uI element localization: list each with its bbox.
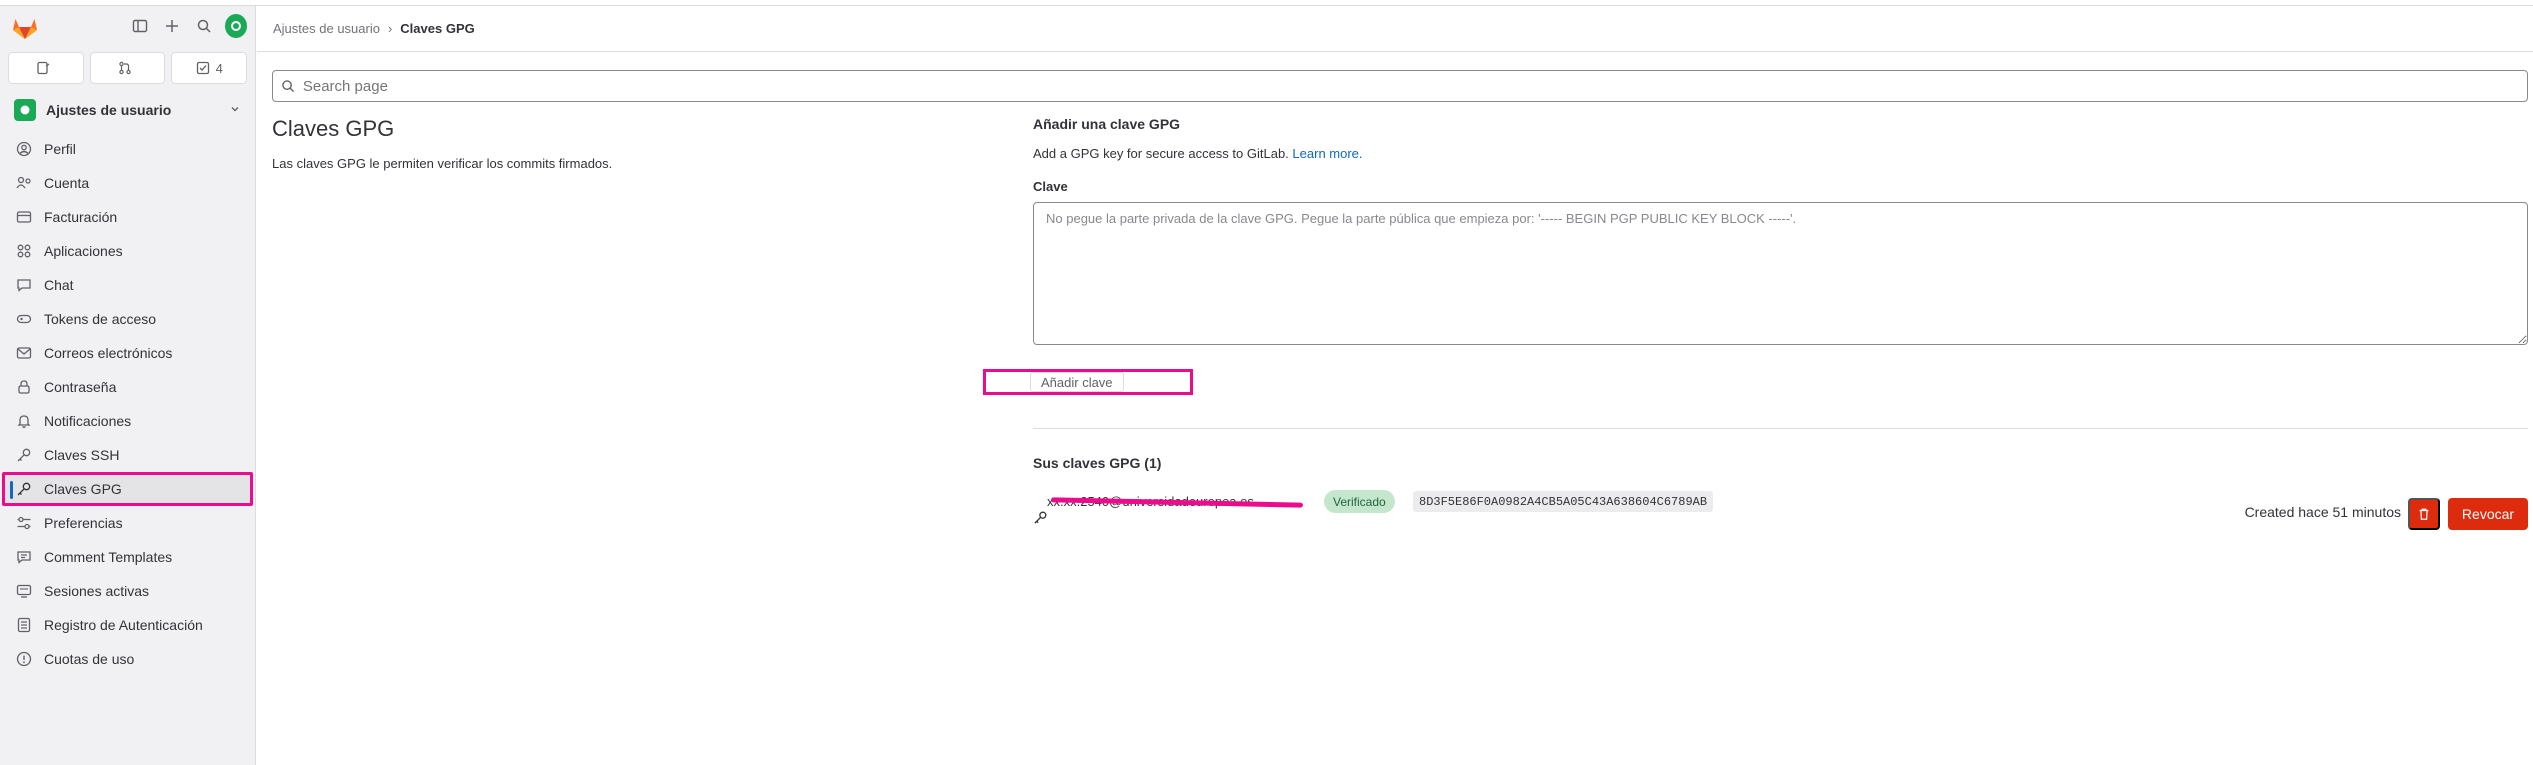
sidebar-item-label: Sesiones activas [44, 583, 150, 599]
breadcrumb-separator-icon: › [387, 21, 393, 36]
sidebar-item-claves-ssh[interactable]: Claves SSH [0, 438, 255, 472]
avatar[interactable] [225, 14, 247, 38]
sidebar-item-label: Preferencias [44, 515, 123, 531]
sidebar-item-label: Claves GPG [44, 481, 122, 497]
key-icon [1033, 510, 1048, 529]
sidebar-item-notificaciones[interactable]: Notificaciones [0, 404, 255, 438]
sidebar-item-tokens[interactable]: Tokens de acceso [0, 302, 255, 336]
breadcrumb: Ajustes de usuario › Claves GPG [257, 6, 2533, 52]
learn-more-link[interactable]: Learn more. [1292, 146, 1362, 161]
sidebar-item-label: Claves SSH [44, 447, 120, 463]
chevron-down-icon [229, 102, 241, 118]
page-description: Las claves GPG le permiten verificar los… [272, 156, 613, 171]
divider [1033, 428, 2528, 429]
section-header: Claves GPG Las claves GPG le permiten ve… [272, 116, 872, 171]
quota-icon [16, 651, 32, 667]
monitor-icon [16, 583, 32, 599]
list-item: xx.xx.2540@universidadeuropea.es Verific… [1033, 490, 2528, 530]
sidebar-item-label: Chat [44, 277, 74, 293]
account-icon [16, 175, 32, 191]
lock-icon [16, 379, 32, 395]
token-icon [16, 311, 32, 327]
key-created: Created hace 51 minutos [2244, 504, 2401, 520]
sidebar-item-label: Aplicaciones [44, 243, 123, 259]
search-icon[interactable] [193, 14, 215, 38]
form-title: Añadir una clave GPG [1033, 116, 1181, 132]
sidebar-toggle-icon[interactable] [129, 14, 151, 38]
sidebar-counts: 4 [0, 52, 255, 84]
search-icon [282, 80, 295, 93]
key-icon [16, 481, 32, 497]
sidebar-item-perfil[interactable]: Perfil [0, 132, 255, 166]
form-description: Add a GPG key for secure access to GitLa… [1033, 146, 2528, 161]
search-input[interactable] [302, 77, 2527, 95]
sidebar-item-label: Notificaciones [44, 413, 132, 429]
sidebar-item-label: Correos electrónicos [44, 345, 173, 361]
todos-count-button[interactable]: 4 [171, 52, 248, 84]
plus-icon[interactable] [161, 14, 183, 38]
sidebar-nav: Perfil Cuenta Facturación Aplicaciones C… [0, 132, 255, 676]
context-avatar [14, 99, 36, 121]
preferences-icon [16, 515, 32, 531]
todos-count: 4 [215, 60, 223, 76]
add-key-button[interactable]: Añadir clave [1030, 372, 1124, 392]
sidebar-item-cuotas[interactable]: Cuotas de uso [0, 642, 255, 676]
mail-icon [16, 345, 32, 361]
search-box [272, 70, 2528, 102]
breadcrumb-current: Claves GPG [400, 21, 475, 36]
sidebar-item-contrasena[interactable]: Contraseña [0, 370, 255, 404]
main-content: Ajustes de usuario › Claves GPG Claves G… [257, 6, 2533, 765]
gpg-form-section: Añadir una clave GPG Add a GPG key for s… [983, 116, 2528, 530]
credit-card-icon [16, 209, 32, 225]
sidebar-item-comment-templates[interactable]: Comment Templates [0, 540, 255, 574]
sidebar-item-label: Comment Templates [44, 549, 173, 565]
sidebar-item-preferencias[interactable]: Preferencias [0, 506, 255, 540]
comment-template-icon [16, 549, 32, 565]
sidebar-item-chat[interactable]: Chat [0, 268, 255, 302]
apps-icon [16, 243, 32, 259]
key-email: xx.xx.2540@universidadeuropea.es [1047, 494, 1304, 509]
sidebar-header [0, 6, 255, 50]
add-key-highlight: Añadir clave [983, 369, 1193, 395]
issues-icon [37, 61, 50, 75]
sidebar: 4 Ajustes de usuario Perfil Cuenta Factu… [0, 6, 256, 765]
user-icon [16, 141, 32, 157]
delete-key-button[interactable] [2408, 498, 2440, 530]
context-title: Ajustes de usuario [46, 102, 172, 118]
sidebar-item-label: Facturación [44, 209, 118, 225]
sidebar-item-label: Perfil [44, 141, 76, 157]
merge-request-icon [118, 61, 131, 75]
issues-count-button[interactable] [8, 52, 84, 84]
revoke-key-button[interactable]: Revocar [2448, 498, 2528, 530]
key-fingerprint: 8D3F5E86F0A0982A4CB5A05C43A638604C6789AB [1413, 491, 1714, 512]
sidebar-item-facturacion[interactable]: Facturación [0, 200, 255, 234]
keys-list-title: Sus claves GPG (1) [1033, 455, 1162, 471]
trash-icon [2419, 508, 2429, 520]
status-badge: Verificado [1324, 490, 1395, 513]
log-icon [16, 617, 32, 633]
sidebar-item-label: Tokens de acceso [44, 311, 157, 327]
sidebar-item-correos[interactable]: Correos electrónicos [0, 336, 255, 370]
page-title: Claves GPG [272, 116, 395, 141]
form-description-text: Add a GPG key for secure access to GitLa… [1033, 146, 1289, 161]
sidebar-item-aplicaciones[interactable]: Aplicaciones [0, 234, 255, 268]
key-label: Clave [1033, 179, 1068, 194]
sidebar-item-registro[interactable]: Registro de Autenticación [0, 608, 255, 642]
gitlab-logo-icon[interactable] [12, 16, 38, 40]
key-textarea[interactable] [1033, 202, 2528, 345]
comment-icon [16, 277, 32, 293]
sidebar-item-label: Cuenta [44, 175, 90, 191]
sidebar-item-cuenta[interactable]: Cuenta [0, 166, 255, 200]
sidebar-item-label: Registro de Autenticación [44, 617, 203, 633]
bell-icon [16, 413, 32, 429]
sidebar-item-claves-gpg[interactable]: Claves GPG [2, 472, 253, 506]
sidebar-item-label: Cuotas de uso [44, 651, 135, 667]
sidebar-item-label: Contraseña [44, 379, 117, 395]
sidebar-item-sesiones[interactable]: Sesiones activas [0, 574, 255, 608]
merge-requests-count-button[interactable] [89, 52, 166, 84]
breadcrumb-parent[interactable]: Ajustes de usuario [273, 21, 380, 36]
context-switcher[interactable]: Ajustes de usuario [8, 94, 247, 126]
todo-icon [196, 61, 209, 75]
key-icon [16, 447, 32, 463]
